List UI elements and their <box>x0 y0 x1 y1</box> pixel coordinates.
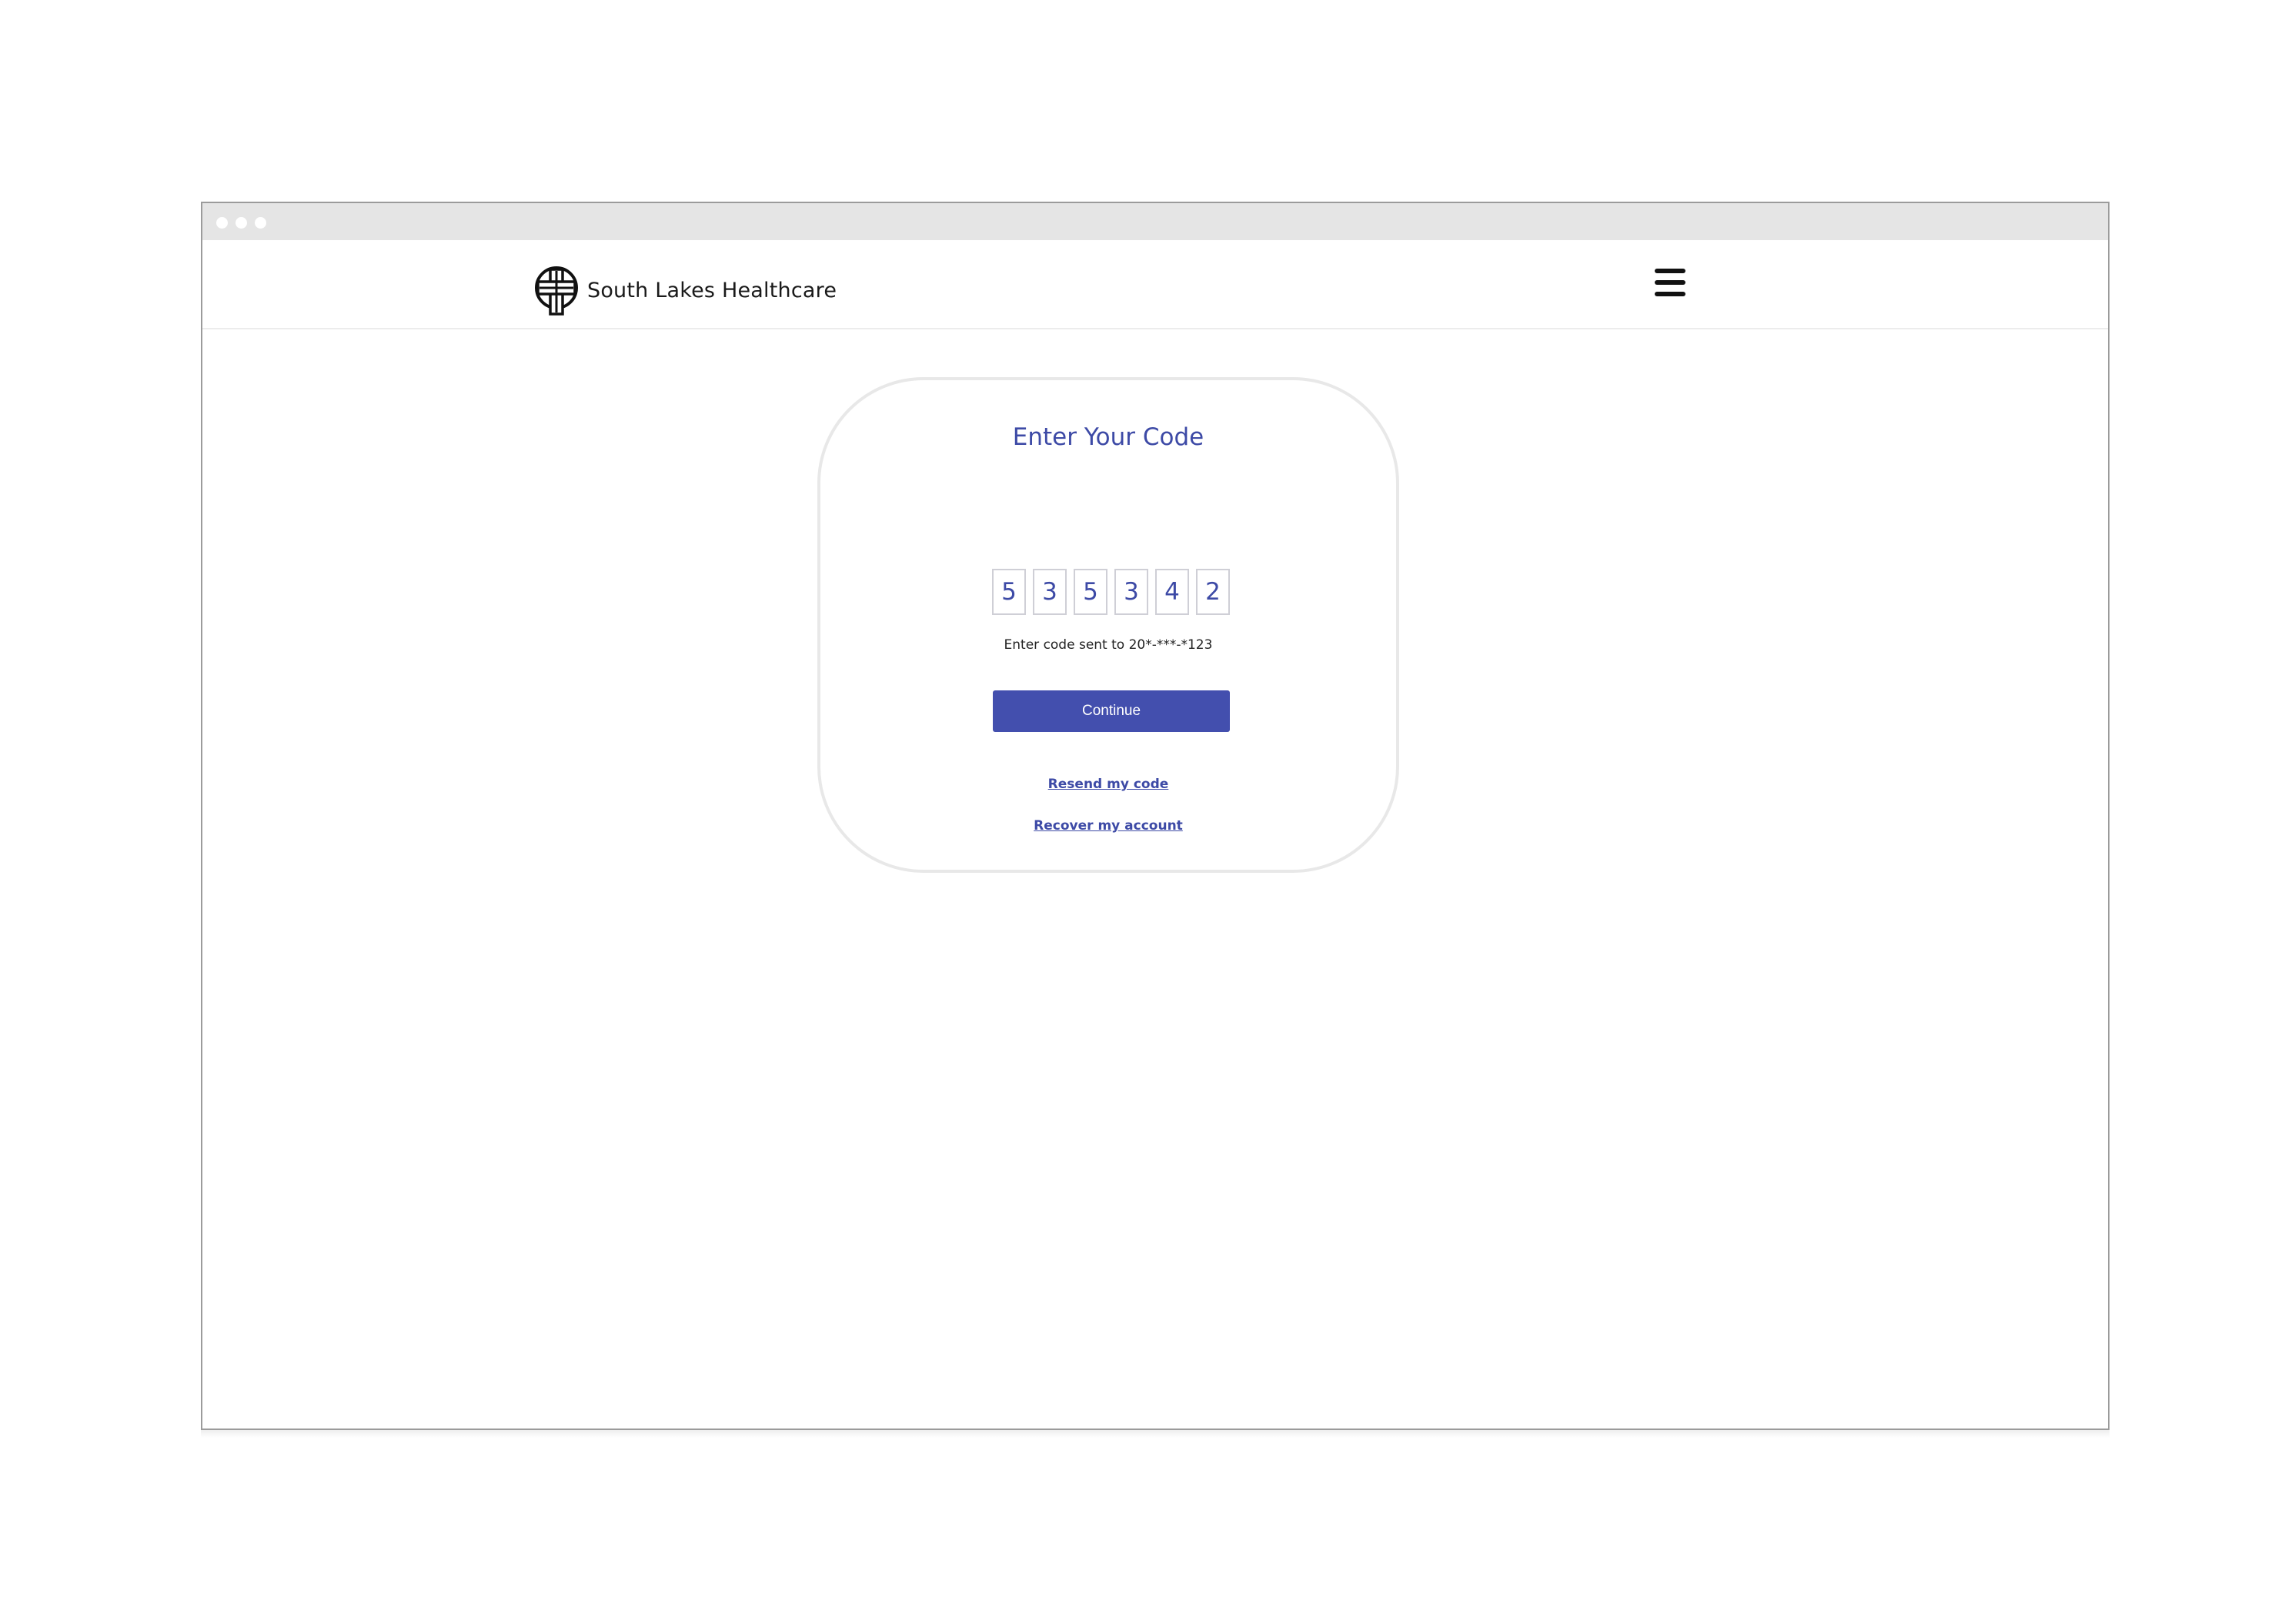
code-digit-input[interactable]: 4 <box>1155 569 1189 615</box>
code-sent-hint: Enter code sent to 20*-***-*123 <box>1004 637 1213 653</box>
brand-name: South Lakes Healthcare <box>587 278 837 302</box>
top-navbar: South Lakes Healthcare <box>202 240 2108 329</box>
verification-card: Enter Your Code 5 3 5 3 4 2 Enter code s… <box>817 377 1399 873</box>
code-digit-input[interactable]: 5 <box>1074 569 1107 615</box>
browser-window: South Lakes Healthcare Enter Your Code 5… <box>201 202 2110 1430</box>
continue-button[interactable]: Continue <box>993 690 1230 732</box>
window-control-dot[interactable] <box>216 217 228 229</box>
recover-account-link[interactable]: Recover my account <box>820 818 1396 834</box>
hamburger-menu-button[interactable] <box>1651 265 1689 303</box>
window-control-dot[interactable] <box>255 217 266 229</box>
resend-code-link[interactable]: Resend my code <box>820 777 1396 792</box>
brand[interactable]: South Lakes Healthcare <box>533 265 837 316</box>
code-digit-input[interactable]: 5 <box>992 569 1026 615</box>
hamburger-menu-icon <box>1655 269 1685 296</box>
cross-circle-logo-icon <box>535 266 578 316</box>
page-title: Enter Your Code <box>1012 423 1204 451</box>
code-digit-input[interactable]: 3 <box>1114 569 1148 615</box>
window-shadow <box>201 1430 2110 1438</box>
code-digit-input[interactable]: 3 <box>1033 569 1067 615</box>
window-titlebar <box>202 203 2108 240</box>
code-input-group: 5 3 5 3 4 2 <box>992 569 1231 615</box>
code-digit-input[interactable]: 2 <box>1196 569 1230 615</box>
window-control-dot[interactable] <box>236 217 247 229</box>
